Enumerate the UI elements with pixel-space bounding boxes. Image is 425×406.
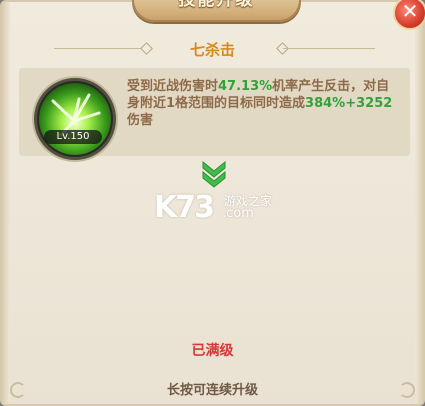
- panel-title: 技能升级: [178, 0, 255, 10]
- skill-burst-icon: [39, 83, 111, 155]
- close-button[interactable]: ✕: [393, 0, 425, 30]
- long-press-hint: 长按可连续升级: [166, 383, 258, 398]
- desc-flat-value: 3252: [356, 96, 393, 111]
- skill-name: 七杀击: [189, 41, 235, 59]
- skill-description: 受到近战伤害时47.13%机率产生反击，对自身附近1格范围的目标同时造成384%…: [127, 78, 397, 129]
- skill-level-badge: Lv.150: [44, 130, 102, 144]
- corner-ornament-right-icon: [399, 382, 415, 398]
- close-icon: ✕: [401, 0, 419, 23]
- desc-text-3: 伤害: [127, 113, 154, 128]
- double-chevron-down-icon: [199, 159, 229, 189]
- skill-icon[interactable]: [34, 78, 116, 160]
- desc-text-1: 受到近战伤害时: [127, 79, 219, 94]
- watermark-brand: K73: [154, 190, 215, 225]
- site-watermark: K73 游戏之家 .com: [154, 190, 294, 230]
- title-plaque: 技能升级: [132, 0, 301, 22]
- watermark-domain: .com: [222, 206, 254, 221]
- desc-rate-value: 47.13%: [218, 79, 273, 94]
- desc-plus-sign: +: [345, 96, 357, 111]
- corner-ornament-left-icon: [10, 382, 26, 398]
- desc-percent-value: 384%: [305, 96, 346, 111]
- maxed-status: 已满级: [191, 343, 234, 359]
- skill-upgrade-panel: 技能升级 ✕ 七杀击 Lv.150 受到近战伤害时47.13%机率产生反击，对自…: [0, 0, 425, 406]
